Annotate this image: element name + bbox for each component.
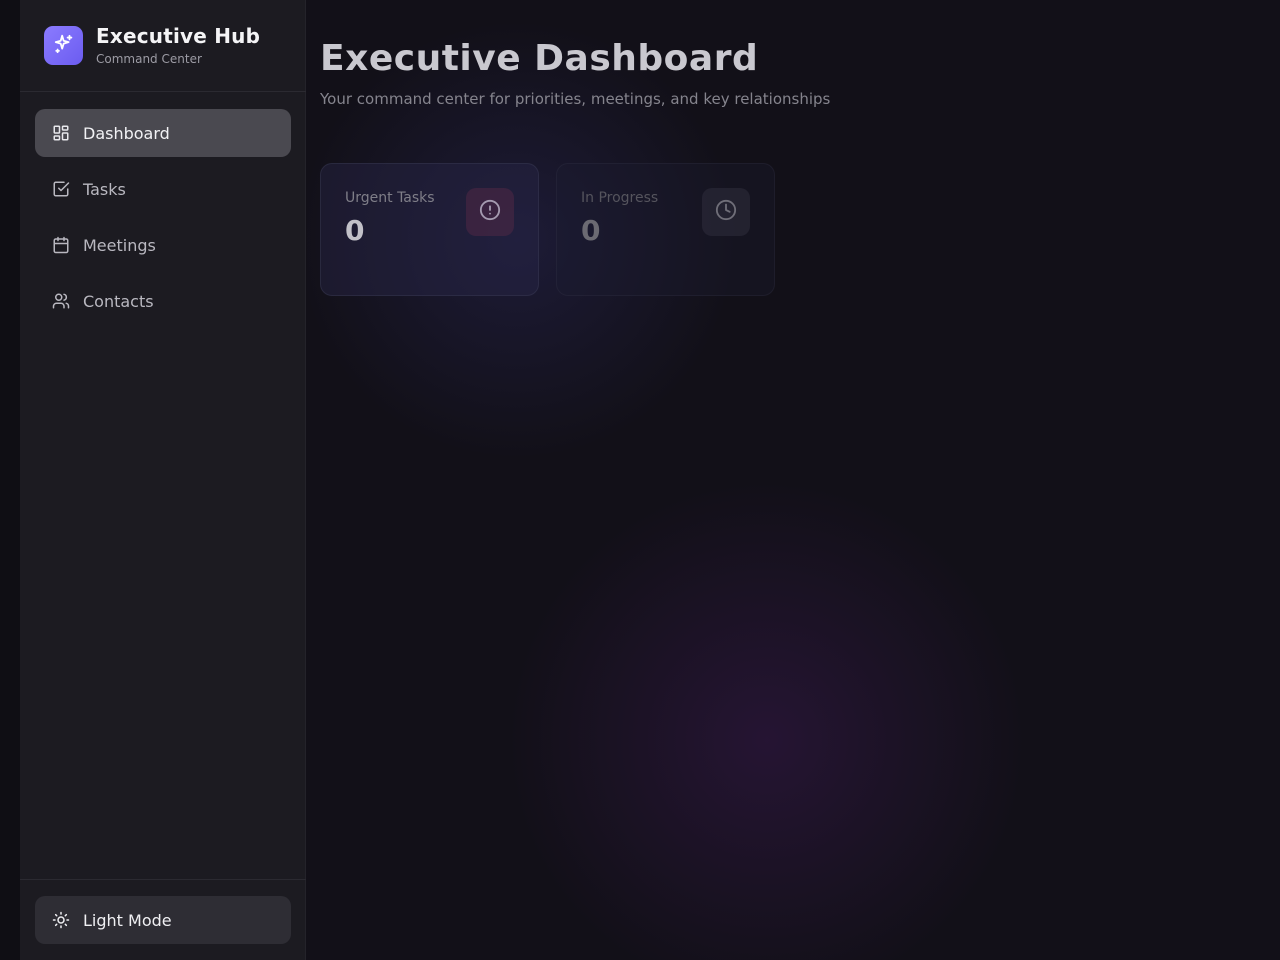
- sparkles-icon: [53, 33, 75, 59]
- main-content: Executive Dashboard Your command center …: [307, 0, 1280, 960]
- sidebar-item-tasks[interactable]: Tasks: [35, 165, 291, 213]
- page-title: Executive Dashboard: [320, 38, 759, 79]
- theme-toggle-button[interactable]: Light Mode: [35, 896, 291, 944]
- stat-card-urgent-tasks[interactable]: Urgent Tasks 0: [320, 163, 539, 296]
- brand-header: Executive Hub Command Center: [20, 0, 306, 92]
- clock-icon: [715, 199, 737, 225]
- sidebar-item-label: Contacts: [83, 291, 154, 311]
- sun-icon: [51, 910, 71, 930]
- sidebar-item-label: Tasks: [83, 179, 126, 199]
- users-icon: [51, 291, 71, 311]
- stat-value: 0: [345, 214, 365, 247]
- stat-icon-container: [702, 188, 750, 236]
- stat-label: Urgent Tasks: [345, 190, 435, 206]
- window-edge: [0, 0, 20, 960]
- brand-title: Executive Hub: [96, 24, 261, 48]
- sidebar-item-dashboard[interactable]: Dashboard: [35, 109, 291, 157]
- stat-label: In Progress: [581, 190, 659, 206]
- sidebar-nav: Dashboard Tasks Meetings Contacts: [35, 109, 291, 333]
- stat-icon-container: [466, 188, 514, 236]
- sidebar-item-contacts[interactable]: Contacts: [35, 277, 291, 325]
- page-subtitle: Your command center for priorities, meet…: [320, 90, 831, 108]
- check-square-icon: [51, 179, 71, 199]
- sidebar-item-label: Dashboard: [83, 123, 170, 143]
- brand-subtitle: Command Center: [96, 52, 202, 66]
- calendar-icon: [51, 235, 71, 255]
- stat-value: 0: [581, 214, 601, 247]
- sidebar-item-label: Meetings: [83, 235, 156, 255]
- sidebar-footer: Light Mode: [20, 879, 306, 960]
- alert-circle-icon: [479, 199, 501, 225]
- theme-toggle-label: Light Mode: [83, 910, 172, 930]
- sidebar-item-meetings[interactable]: Meetings: [35, 221, 291, 269]
- layout-grid-icon: [51, 123, 71, 143]
- sidebar: Executive Hub Command Center Dashboard T…: [20, 0, 306, 960]
- brand-logo: [44, 26, 83, 65]
- stat-card-in-progress[interactable]: In Progress 0: [556, 163, 775, 296]
